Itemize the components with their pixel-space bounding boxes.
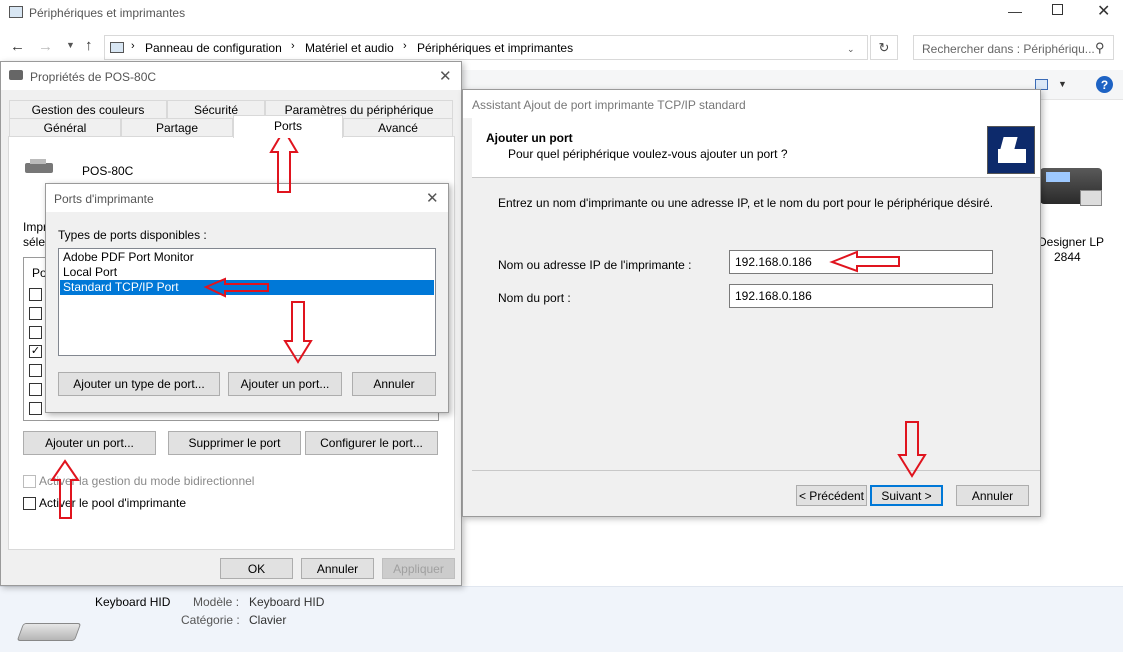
arrow-left-tcpip [203,277,269,298]
arrow-up-add-port [50,459,80,519]
arrow-down-add-port [283,301,313,364]
arrow-left-ip [829,250,900,273]
arrow-up-ports-tab [269,128,299,193]
annotation-arrows [50,128,927,519]
arrow-down-next [897,421,927,478]
tab-ports[interactable]: Ports [233,115,343,138]
